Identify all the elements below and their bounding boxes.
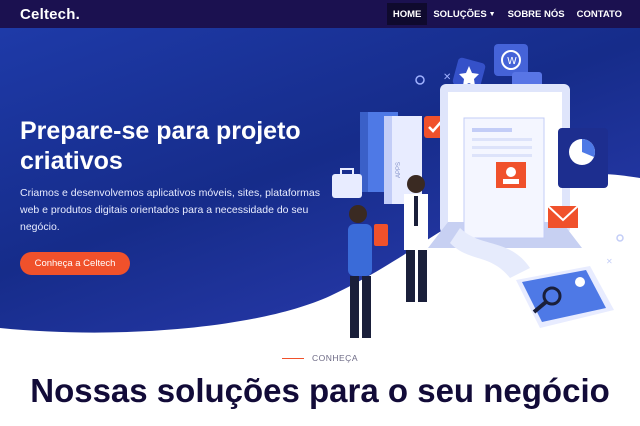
chevron-down-icon: ▼ xyxy=(488,10,496,18)
nav-item-label: HOME xyxy=(392,8,422,20)
nav-item-label: SOBRE NÓS xyxy=(507,8,565,20)
nav-item-label: CONTATO xyxy=(576,8,622,20)
book-spine-label: APPS xyxy=(396,162,402,178)
mail-icon xyxy=(547,205,579,228)
eyebrow-line xyxy=(281,357,304,359)
hero-subtitle: Criamos e desenvolvemos aplicativos móve… xyxy=(20,187,320,233)
floating-wordpress-icon: W xyxy=(494,44,528,76)
pie-chart-icon xyxy=(558,128,608,188)
hero-illustration: W ✕ APPS ✕ xyxy=(332,44,624,338)
navbar: Celtech. HOME SOLUÇÕES ▼ SOBRE NÓS CONTA… xyxy=(0,0,640,28)
svg-text:✕: ✕ xyxy=(443,72,451,83)
section-title: Nossas soluções para o seu negócio xyxy=(30,372,610,409)
nav-item-solucoes[interactable]: SOLUÇÕES ▼ xyxy=(427,3,501,25)
hero-banner: Prepare-se para projeto criativos Criamo… xyxy=(0,28,640,340)
nav-item-home[interactable]: HOME xyxy=(386,3,428,25)
person-right-illustration xyxy=(404,175,428,302)
svg-text:✕: ✕ xyxy=(606,257,613,266)
cta-button[interactable]: Conheça a Celtech xyxy=(20,252,130,275)
nav-item-label: SOLUÇÕES xyxy=(433,8,487,20)
svg-text:W: W xyxy=(507,56,517,67)
main-nav: HOME SOLUÇÕES ▼ SOBRE NÓS CONTATO xyxy=(386,0,628,28)
tablet-search-icon xyxy=(516,266,614,328)
nav-item-sobre-nos[interactable]: SOBRE NÓS xyxy=(502,3,571,25)
hero-title: Prepare-se para projeto criativos xyxy=(20,117,301,175)
logo[interactable]: Celtech. xyxy=(20,6,80,23)
person-left-illustration xyxy=(348,205,388,338)
document-icon xyxy=(450,117,545,278)
eyebrow-label: CONHEÇA xyxy=(311,353,358,363)
section-eyebrow: CONHEÇA xyxy=(0,353,640,363)
briefcase-icon xyxy=(332,168,362,198)
nav-item-contato[interactable]: CONTATO xyxy=(571,3,628,25)
